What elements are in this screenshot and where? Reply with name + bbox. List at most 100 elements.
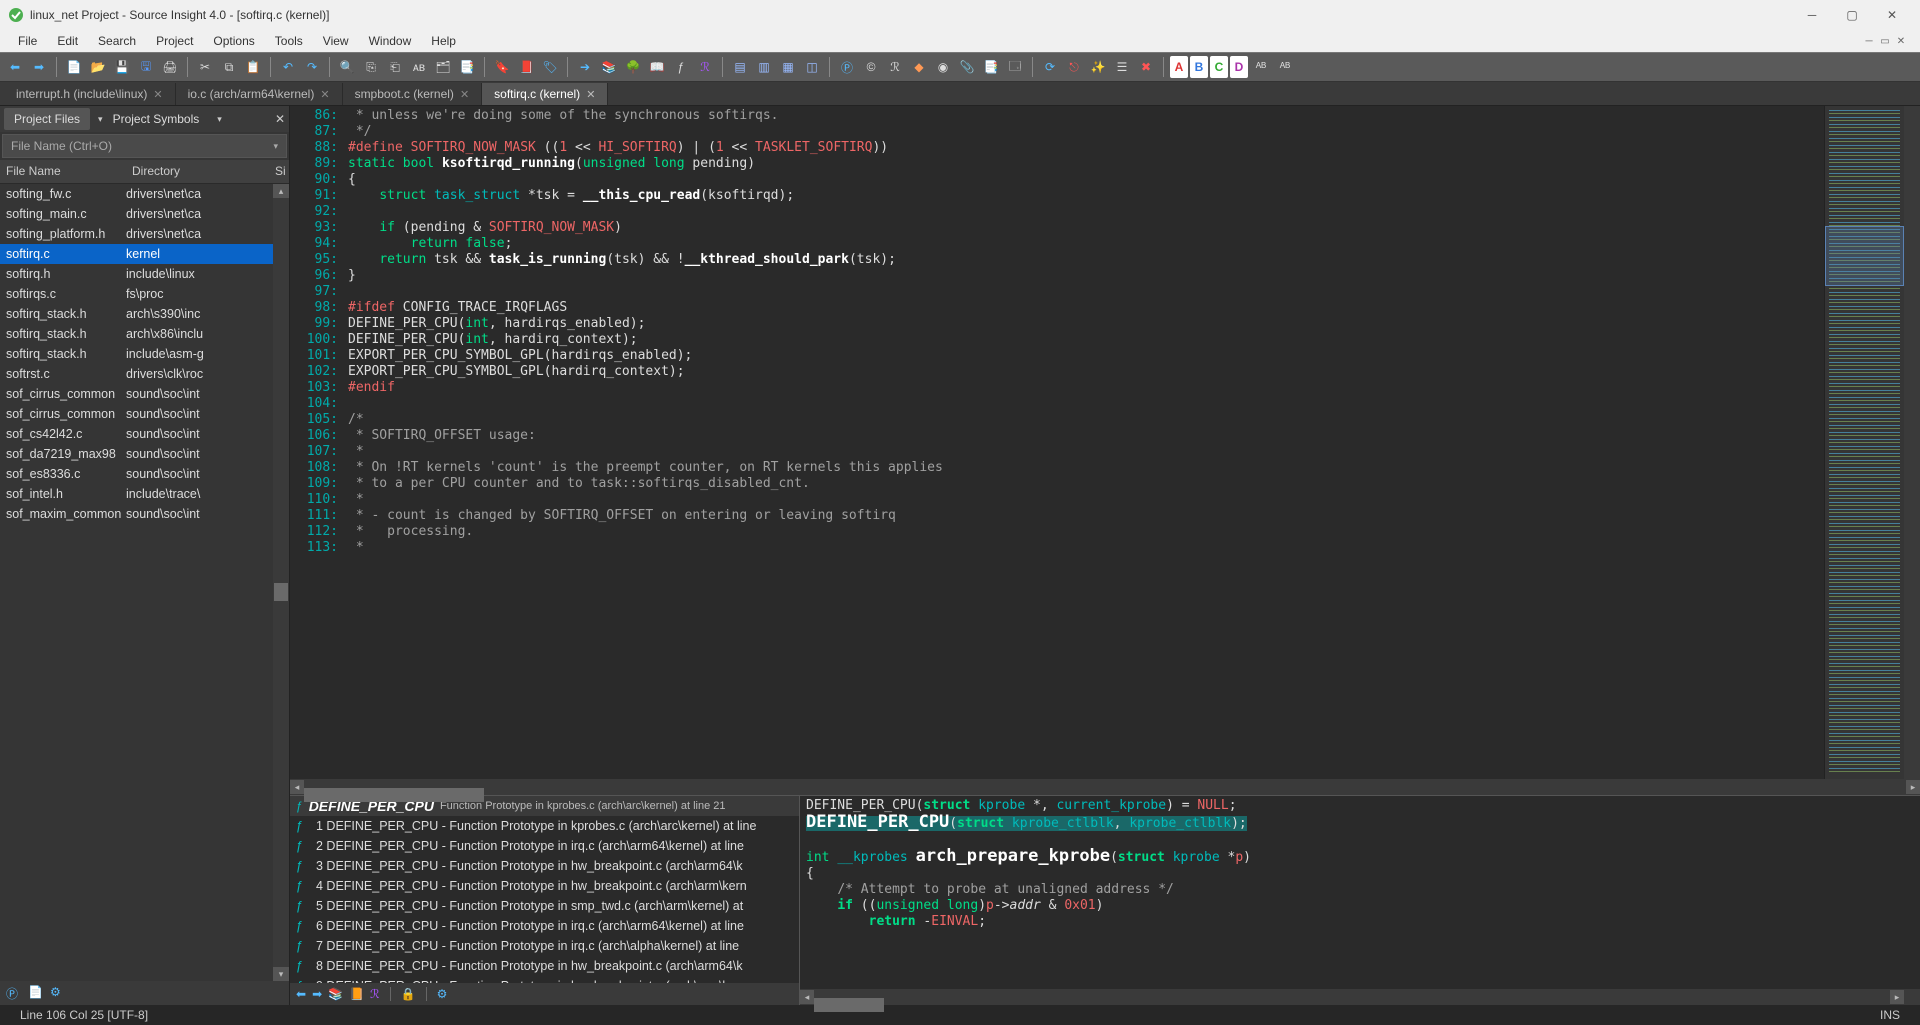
bookmark2-icon[interactable]: 📕 <box>515 56 537 78</box>
copy-icon[interactable]: ⧉ <box>218 56 240 78</box>
minimap[interactable] <box>1824 106 1904 779</box>
def-hscrollbar[interactable]: ◂ ▸ <box>800 989 1904 1005</box>
search-files-icon[interactable]: 🗂 <box>432 56 454 78</box>
ref-gear-icon[interactable]: ⚙ <box>437 987 448 1001</box>
file-row[interactable]: sof_cirrus_commonsound\soc\int <box>0 384 289 404</box>
ref-row[interactable]: ƒ2 DEFINE_PER_CPU - Function Prototype i… <box>290 836 799 856</box>
file-saveall-icon[interactable]: 🖫 <box>135 56 157 78</box>
scroll-up-icon[interactable]: ▴ <box>273 184 289 198</box>
ref-row[interactable]: ƒ3 DEFINE_PER_CPU - Function Prototype i… <box>290 856 799 876</box>
panel-s-icon[interactable]: ◆ <box>908 56 930 78</box>
close-button[interactable]: ✕ <box>1872 1 1912 29</box>
panel-bk-icon[interactable]: 📑 <box>980 56 1002 78</box>
paste-icon[interactable]: 📋 <box>242 56 264 78</box>
panel-t-icon[interactable]: ◉ <box>932 56 954 78</box>
code-area[interactable]: * unless we're doing some of the synchro… <box>348 106 1824 779</box>
nav-back-icon[interactable]: ⬅ <box>4 56 26 78</box>
hscroll-thumb[interactable] <box>304 788 484 802</box>
document-tab[interactable]: io.c (arch/arm64\kernel)✕ <box>176 83 343 105</box>
bookmark-icon[interactable]: 🔖 <box>491 56 513 78</box>
file-row[interactable]: softing_fw.cdrivers\net\ca <box>0 184 289 204</box>
scroll-thumb[interactable] <box>274 583 288 601</box>
chevron-down-icon[interactable]: ▾ <box>217 114 222 125</box>
relation-icon[interactable]: ℛ <box>694 56 716 78</box>
sync-icon[interactable]: ⎋ <box>1063 56 1085 78</box>
minimize-button[interactable]: ─ <box>1792 1 1832 29</box>
menu-file[interactable]: File <box>8 31 47 51</box>
tab-close-icon[interactable]: ✕ <box>586 88 595 101</box>
call-tree-icon[interactable]: 🌳 <box>622 56 644 78</box>
chevron-down-icon[interactable]: ▾ <box>273 141 278 152</box>
undo-icon[interactable]: ↶ <box>277 56 299 78</box>
tab-close-icon[interactable]: ✕ <box>460 88 469 101</box>
redo-icon[interactable]: ↷ <box>301 56 323 78</box>
outline-icon[interactable]: ☰ <box>1111 56 1133 78</box>
file-open-icon[interactable]: 📂 <box>87 56 109 78</box>
file-row[interactable]: sof_intel.hinclude\trace\ <box>0 484 289 504</box>
menu-project[interactable]: Project <box>146 31 203 51</box>
fbtn-gear-icon[interactable]: ⚙ <box>50 985 66 1001</box>
minimap-viewport[interactable] <box>1825 226 1904 286</box>
file-row[interactable]: sof_cirrus_commonsound\soc\int <box>0 404 289 424</box>
tab-close-icon[interactable]: ✕ <box>153 88 162 101</box>
menu-edit[interactable]: Edit <box>47 31 88 51</box>
chevron-down-icon[interactable]: ▾ <box>98 114 103 125</box>
mdi-minimize-icon[interactable]: ─ <box>1862 34 1876 48</box>
ref-row[interactable]: ƒ4 DEFINE_PER_CPU - Function Prototype i… <box>290 876 799 896</box>
vertical-scrollbar[interactable] <box>1904 106 1920 779</box>
tab-project-files[interactable]: Project Files <box>4 108 90 130</box>
menu-options[interactable]: Options <box>203 31 264 51</box>
file-row[interactable]: sof_da7219_max98sound\soc\int <box>0 444 289 464</box>
file-row[interactable]: softirq.ckernel <box>0 244 289 264</box>
file-filter-input[interactable]: File Name (Ctrl+O) ▾ <box>2 134 287 158</box>
file-row[interactable]: sof_cs42l42.csound\soc\int <box>0 424 289 444</box>
refs-icon[interactable]: 📚 <box>598 56 620 78</box>
tab-project-symbols[interactable]: Project Symbols <box>103 108 210 130</box>
ref-row[interactable]: ƒ6 DEFINE_PER_CPU - Function Prototype i… <box>290 916 799 936</box>
tab-close-icon[interactable]: ✕ <box>320 88 329 101</box>
panel-c-icon[interactable]: © <box>860 56 882 78</box>
ref-row[interactable]: ƒ5 DEFINE_PER_CPU - Function Prototype i… <box>290 896 799 916</box>
fbtn-doc-icon[interactable]: 📄 <box>28 985 44 1001</box>
scroll-right-icon[interactable]: ▸ <box>1890 990 1904 1004</box>
file-row[interactable]: sof_maxim_commonsound\soc\int <box>0 504 289 524</box>
menu-help[interactable]: Help <box>421 31 466 51</box>
ref-row[interactable]: ƒ1 DEFINE_PER_CPU - Function Prototype i… <box>290 816 799 836</box>
ref-lock-icon[interactable]: 🔒 <box>401 987 416 1001</box>
abc-icon[interactable]: ᴬᴮ <box>1250 56 1272 78</box>
nav-fwd-icon[interactable]: ➡ <box>28 56 50 78</box>
document-tab[interactable]: interrupt.h (include\linux)✕ <box>4 83 176 105</box>
file-row[interactable]: softirqs.cfs\proc <box>0 284 289 304</box>
scrollbar[interactable]: ▴ ▾ <box>273 184 289 981</box>
mdi-restore-icon[interactable]: ▭ <box>1878 34 1892 48</box>
replace-icon[interactable]: ᴀʙ <box>408 56 430 78</box>
scroll-left-icon[interactable]: ◂ <box>800 990 814 1004</box>
menu-view[interactable]: View <box>313 31 359 51</box>
split-icon[interactable]: ◫ <box>801 56 823 78</box>
file-row[interactable]: softing_platform.hdrivers\net\ca <box>0 224 289 244</box>
ref-books-icon[interactable]: 📚 <box>328 987 343 1001</box>
print-icon[interactable]: 🖨 <box>159 56 181 78</box>
fbtn-project-icon[interactable]: Ⓟ <box>6 985 22 1001</box>
menu-tools[interactable]: Tools <box>265 31 313 51</box>
goto-def-icon[interactable]: ➔ <box>574 56 596 78</box>
panel-p-icon[interactable]: Ⓟ <box>836 56 858 78</box>
col-directory[interactable]: Directory <box>126 160 269 183</box>
ref-row[interactable]: ƒ8 DEFINE_PER_CPU - Function Prototype i… <box>290 956 799 976</box>
file-save-icon[interactable]: 💾 <box>111 56 133 78</box>
letter-b-icon[interactable]: B <box>1190 56 1208 78</box>
panel-clip-icon[interactable]: 📎 <box>956 56 978 78</box>
scroll-left-icon[interactable]: ◂ <box>290 780 304 794</box>
ref-fwd-icon[interactable]: ➡ <box>312 987 322 1001</box>
ref-row[interactable]: ƒ7 DEFINE_PER_CPU - Function Prototype i… <box>290 936 799 956</box>
ref-back-icon[interactable]: ⬅ <box>296 987 306 1001</box>
ref-row[interactable]: ƒ9 DEFINE_PER_CPU - Function Prototype i… <box>290 976 799 983</box>
search-next-icon[interactable]: ⎘ <box>360 56 382 78</box>
symbols-icon[interactable]: ƒ <box>670 56 692 78</box>
cascade-icon[interactable]: ▦ <box>777 56 799 78</box>
search-icon[interactable]: 🔍 <box>336 56 358 78</box>
col-size[interactable]: Si <box>269 160 289 183</box>
def-code-area[interactable]: DEFINE_PER_CPU(struct kprobe *, current_… <box>800 796 1920 989</box>
hscroll-thumb[interactable] <box>814 998 884 1012</box>
ref-relation-icon[interactable]: ℛ <box>370 987 380 1001</box>
